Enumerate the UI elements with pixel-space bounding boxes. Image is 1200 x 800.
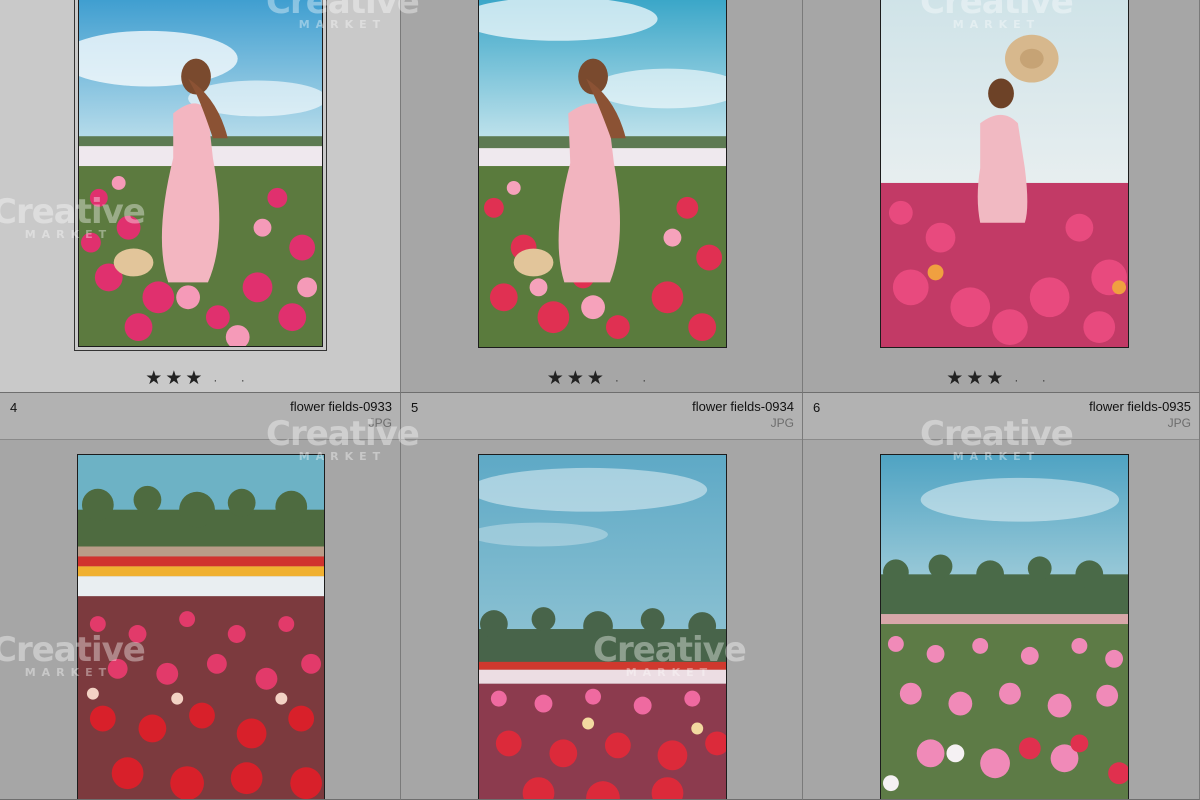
cell-index: 5 bbox=[411, 400, 419, 415]
photo-thumbnail-4[interactable] bbox=[77, 454, 325, 799]
file-type: JPG bbox=[770, 416, 794, 430]
star-rating[interactable]: ★★★ · · bbox=[401, 367, 802, 390]
rating-stars: ★★★ bbox=[145, 368, 206, 389]
grid-cell-6[interactable]: 6 flower fields-0935 JPG bbox=[803, 393, 1200, 800]
grid-cell-3[interactable]: ★★★ · · bbox=[803, 0, 1200, 393]
rating-dots: · · bbox=[614, 373, 657, 387]
photo-woman-with-hat-in-field bbox=[881, 0, 1128, 347]
cell-header: 4 flower fields-0933 JPG bbox=[0, 393, 400, 440]
rating-stars: ★★★ bbox=[546, 368, 607, 389]
photo-woman-in-field bbox=[479, 0, 726, 347]
grid-cell-2[interactable]: ★★★ · · bbox=[401, 0, 803, 393]
rating-dots: · · bbox=[213, 373, 255, 387]
photo-pink-flower-field bbox=[881, 455, 1128, 799]
file-type: JPG bbox=[1167, 416, 1191, 430]
photo-thumbnail-6[interactable] bbox=[880, 454, 1129, 799]
photo-flower-field-sky bbox=[479, 455, 726, 799]
photo-flower-field-palms bbox=[78, 455, 324, 799]
photo-thumbnail-2[interactable] bbox=[478, 0, 727, 348]
file-name: flower fields-0935 bbox=[1089, 399, 1191, 414]
lightroom-grid-view: ★★★ · · ★★★ · · ★★★ · · 4 flower fields-… bbox=[0, 0, 1200, 800]
photo-thumbnail-5[interactable] bbox=[478, 454, 727, 799]
file-name: flower fields-0933 bbox=[290, 399, 392, 414]
star-rating[interactable]: ★★★ · · bbox=[803, 367, 1199, 390]
file-type: JPG bbox=[368, 416, 392, 430]
rating-dots: · · bbox=[1014, 373, 1056, 387]
rating-stars: ★★★ bbox=[946, 368, 1007, 389]
file-name: flower fields-0934 bbox=[692, 399, 794, 414]
grid-cell-1[interactable]: ★★★ · · bbox=[0, 0, 401, 393]
cell-header: 6 flower fields-0935 JPG bbox=[803, 393, 1199, 440]
photo-thumbnail-3[interactable] bbox=[880, 0, 1129, 348]
grid-cell-5[interactable]: 5 flower fields-0934 JPG bbox=[401, 393, 803, 800]
cell-header: 5 flower fields-0934 JPG bbox=[401, 393, 802, 440]
star-rating[interactable]: ★★★ · · bbox=[0, 367, 400, 390]
grid-cell-4[interactable]: 4 flower fields-0933 JPG bbox=[0, 393, 401, 800]
photo-woman-in-field bbox=[79, 0, 322, 346]
cell-index: 4 bbox=[10, 400, 18, 415]
cell-index: 6 bbox=[813, 400, 821, 415]
photo-thumbnail-1[interactable] bbox=[74, 0, 327, 351]
